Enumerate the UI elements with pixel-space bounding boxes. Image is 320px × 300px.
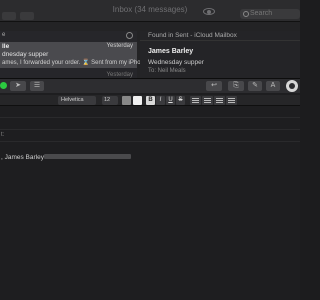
background-titlebar: Inbox (34 messages) Search <box>0 0 300 22</box>
message-from: lle <box>2 43 10 50</box>
detail-sender: James Barley <box>148 48 194 55</box>
detail-subject: Wednesday supper <box>148 59 204 66</box>
background-color-swatch[interactable] <box>133 96 142 105</box>
message-subject: dnesday supper <box>2 51 49 58</box>
text-color-swatch[interactable] <box>122 96 131 105</box>
strikethrough-button[interactable]: S <box>176 96 185 105</box>
italic-button[interactable]: I <box>156 96 165 105</box>
reply-icon: ↩ <box>211 82 217 89</box>
message-list: e lle Yesterday dnesday supper ames, I f… <box>0 31 149 80</box>
to-field[interactable] <box>0 107 300 118</box>
message-date: Yesterday <box>106 43 133 49</box>
send-icon: ➤ <box>15 82 21 89</box>
subject-label: t: <box>1 132 5 138</box>
message-list-header: e <box>0 31 137 41</box>
attach-button[interactable]: ⎘ <box>228 81 244 91</box>
search-field[interactable]: Search <box>240 9 300 19</box>
eye-icon[interactable] <box>203 8 215 15</box>
attach-icon: ⎘ <box>233 82 239 89</box>
redacted-text <box>44 154 131 159</box>
signature-text[interactable]: , James Barley – <box>1 154 49 161</box>
bold-button[interactable]: B <box>146 96 155 105</box>
text-format-icon: A <box>270 82 276 89</box>
format-button[interactable]: A <box>266 81 280 91</box>
compose-window: ➤ ☰ ↩ ⎘ ✎ A Helvetica 12 B I U S t: , Ja… <box>0 78 300 300</box>
cc-field[interactable] <box>0 119 300 130</box>
subject-field[interactable]: t: <box>0 131 300 142</box>
underline-button[interactable]: U <box>166 96 175 105</box>
font-select[interactable]: Helvetica <box>58 96 96 105</box>
message-detail: Found in Sent - iCloud Mailbox James Bar… <box>140 31 300 80</box>
format-bar: Helvetica 12 B I U S <box>0 95 300 106</box>
font-size-select[interactable]: 12 <box>102 96 118 105</box>
list-format-button[interactable] <box>214 96 225 105</box>
markup-icon: ✎ <box>252 82 258 89</box>
detail-to: To: Neil Meals <box>148 68 186 74</box>
align-center-button[interactable] <box>202 96 213 105</box>
message-preview: ames, I forwarded your order. ⌛ Sent fro… <box>2 60 149 66</box>
header-fields-button[interactable]: ☰ <box>30 81 44 91</box>
reply-button[interactable]: ↩ <box>206 81 222 91</box>
sort-label[interactable]: e <box>2 32 5 38</box>
markup-button[interactable]: ✎ <box>248 81 262 91</box>
indent-button[interactable] <box>226 96 237 105</box>
compose-toolbar: ➤ ☰ ↩ ⎘ ✎ A <box>0 79 300 93</box>
emoji-button[interactable] <box>286 80 298 92</box>
detail-header: Found in Sent - iCloud Mailbox <box>140 31 300 41</box>
filter-icon[interactable] <box>126 32 133 39</box>
zoom-window-button[interactable] <box>0 82 7 89</box>
background-mail-window: Inbox (34 messages) Search e lle Yesterd… <box>0 0 300 80</box>
align-left-button[interactable] <box>190 96 201 105</box>
list-icon: ☰ <box>33 82 41 89</box>
send-button[interactable]: ➤ <box>10 81 26 91</box>
list-item[interactable]: lle Yesterday dnesday supper ames, I for… <box>0 42 149 68</box>
